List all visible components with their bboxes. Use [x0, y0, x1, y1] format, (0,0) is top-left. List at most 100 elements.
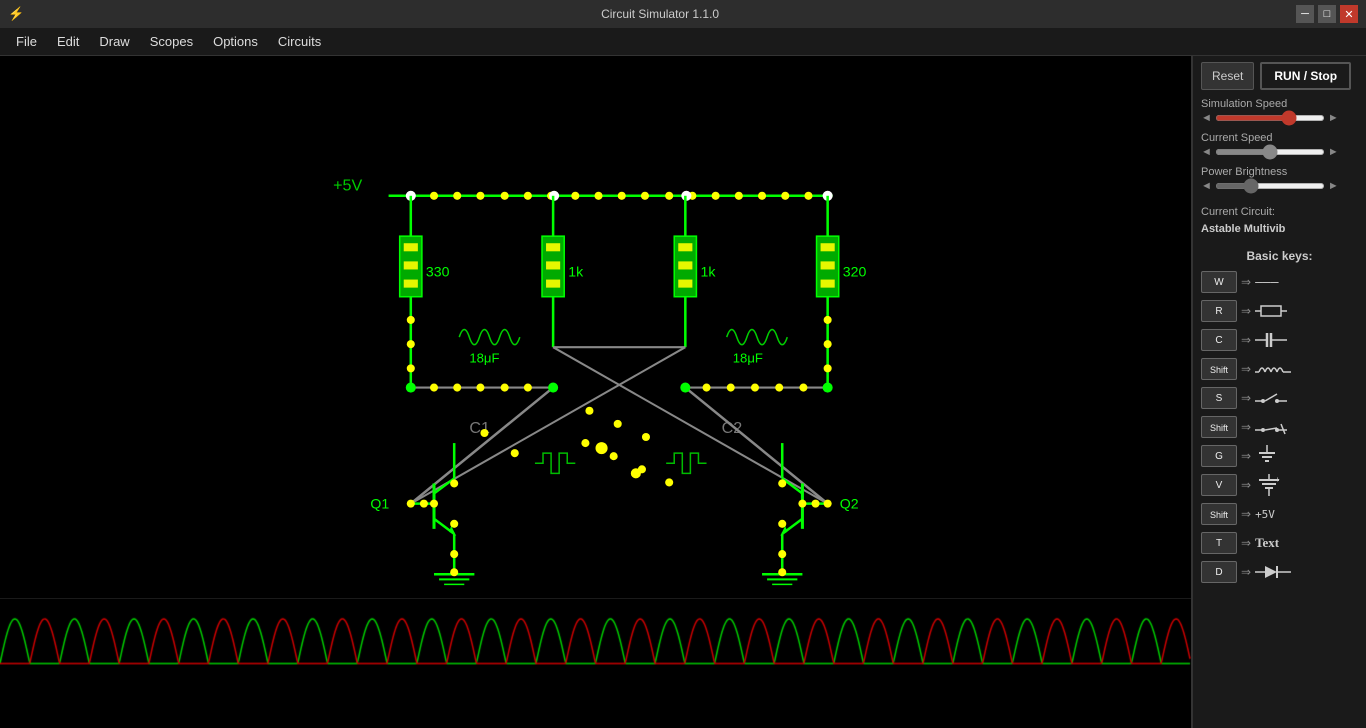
key-row-shift-s: Shift+ S ⇒: [1201, 416, 1358, 438]
key-t[interactable]: T: [1201, 532, 1237, 554]
window-title: Circuit Simulator 1.1.0: [24, 7, 1296, 21]
current-speed-row: ◄ ►: [1201, 146, 1358, 158]
current-speed-slider[interactable]: [1215, 149, 1325, 155]
key-row-g: G ⇒: [1201, 445, 1358, 467]
menu-options[interactable]: Options: [203, 30, 268, 53]
key-g[interactable]: G: [1201, 445, 1237, 467]
menu-scopes[interactable]: Scopes: [140, 30, 203, 53]
title-bar: ⚡ Circuit Simulator 1.1.0 ─ □ ✕: [0, 0, 1366, 28]
key-shift-v[interactable]: Shift+ V: [1201, 503, 1237, 525]
voltage-label-icon: +5V: [1255, 508, 1275, 521]
minimize-button[interactable]: ─: [1296, 5, 1314, 23]
key-row-s: S ⇒: [1201, 387, 1358, 409]
app-icon: ⚡: [8, 6, 24, 22]
svg-text:1k: 1k: [568, 264, 584, 280]
simulation-speed-slider[interactable]: [1215, 115, 1325, 121]
switch-closed-icon: [1255, 418, 1287, 436]
key-g-arrow: ⇒: [1241, 449, 1251, 463]
sim-speed-right-arrow[interactable]: ►: [1328, 112, 1339, 124]
wire-icon: ———: [1255, 275, 1278, 290]
svg-text:C2: C2: [722, 419, 743, 437]
main-area: +5V: [0, 56, 1366, 728]
key-row-v: V ⇒ +: [1201, 474, 1358, 496]
sim-speed-left-arrow[interactable]: ◄: [1201, 112, 1212, 124]
key-row-r: R ⇒: [1201, 300, 1358, 322]
current-speed-right-arrow[interactable]: ►: [1328, 146, 1339, 158]
svg-text:330: 330: [426, 264, 450, 280]
circuit-name: Astable Multivib: [1201, 221, 1358, 238]
svg-text:320: 320: [843, 264, 867, 280]
resistor-icon: [1255, 302, 1287, 320]
key-d[interactable]: D: [1201, 561, 1237, 583]
control-buttons: Reset RUN / Stop: [1201, 62, 1358, 90]
key-row-shift-v: Shift+ V ⇒ +5V: [1201, 503, 1358, 525]
simulation-speed-section: Simulation Speed ◄ ►: [1201, 98, 1358, 124]
current-speed-left-arrow[interactable]: ◄: [1201, 146, 1212, 158]
diode-icon: [1255, 563, 1291, 581]
svg-text:18μF: 18μF: [733, 350, 763, 365]
key-shift-v-arrow: ⇒: [1241, 507, 1251, 521]
capacitor-icon: [1255, 331, 1287, 349]
key-d-arrow: ⇒: [1241, 565, 1251, 579]
current-speed-label: Current Speed: [1201, 132, 1358, 144]
right-panel: Reset RUN / Stop Simulation Speed ◄ ► Cu…: [1191, 56, 1366, 728]
menu-edit[interactable]: Edit: [47, 30, 89, 53]
text-icon: Text: [1255, 535, 1279, 551]
power-brightness-section: Power Brightness ◄ ►: [1201, 166, 1358, 192]
key-s-arrow: ⇒: [1241, 391, 1251, 405]
key-r[interactable]: R: [1201, 300, 1237, 322]
key-r-arrow: ⇒: [1241, 304, 1251, 318]
voltage-source-icon: +: [1255, 474, 1283, 496]
circuit-info: Current Circuit: Astable Multivib: [1201, 204, 1358, 237]
circuit-diagram: +5V: [0, 56, 1191, 598]
key-row-t: T ⇒ Text: [1201, 532, 1358, 554]
power-brightness-label: Power Brightness: [1201, 166, 1358, 178]
key-w[interactable]: W: [1201, 271, 1237, 293]
menu-bar: File Edit Draw Scopes Options Circuits: [0, 28, 1366, 56]
brightness-right-arrow[interactable]: ►: [1328, 180, 1339, 192]
brightness-slider[interactable]: [1215, 183, 1325, 189]
key-shift-l[interactable]: Shift+ L: [1201, 358, 1237, 380]
key-c-arrow: ⇒: [1241, 333, 1251, 347]
current-speed-section: Current Speed ◄ ►: [1201, 132, 1358, 158]
key-row-w: W ⇒ ———: [1201, 271, 1358, 293]
current-circuit-label: Current Circuit:: [1201, 204, 1358, 221]
window-controls: ─ □ ✕: [1296, 5, 1358, 23]
svg-text:Q1: Q1: [370, 496, 389, 512]
circuit-canvas-area[interactable]: +5V: [0, 56, 1191, 728]
brightness-left-arrow[interactable]: ◄: [1201, 180, 1212, 192]
svg-text:1k: 1k: [700, 264, 716, 280]
power-brightness-row: ◄ ►: [1201, 180, 1358, 192]
switch-open-icon: [1255, 389, 1287, 407]
menu-circuits[interactable]: Circuits: [268, 30, 331, 53]
key-v-arrow: ⇒: [1241, 478, 1251, 492]
reset-button[interactable]: Reset: [1201, 62, 1254, 90]
key-s[interactable]: S: [1201, 387, 1237, 409]
run-stop-button[interactable]: RUN / Stop: [1260, 62, 1351, 90]
simulation-speed-row: ◄ ►: [1201, 112, 1358, 124]
key-row-c: C ⇒: [1201, 329, 1358, 351]
key-c[interactable]: C: [1201, 329, 1237, 351]
key-shift-s-arrow: ⇒: [1241, 420, 1251, 434]
scope-display: [0, 598, 1191, 728]
svg-text:+: +: [1275, 475, 1280, 484]
inductor-icon: [1255, 360, 1291, 378]
menu-file[interactable]: File: [6, 30, 47, 53]
svg-text:Q2: Q2: [840, 496, 859, 512]
menu-draw[interactable]: Draw: [89, 30, 139, 53]
svg-text:18μF: 18μF: [469, 350, 499, 365]
key-w-arrow: ⇒: [1241, 275, 1251, 289]
simulation-speed-label: Simulation Speed: [1201, 98, 1358, 110]
key-t-arrow: ⇒: [1241, 536, 1251, 550]
key-v[interactable]: V: [1201, 474, 1237, 496]
key-shift-s[interactable]: Shift+ S: [1201, 416, 1237, 438]
basic-keys-title: Basic keys:: [1201, 249, 1358, 263]
ground-icon: [1255, 445, 1279, 467]
svg-text:+5V: +5V: [333, 177, 362, 195]
key-row-d: D ⇒: [1201, 561, 1358, 583]
scope-canvas: [0, 599, 1191, 728]
key-row-shift-l: Shift+ L ⇒: [1201, 358, 1358, 380]
close-button[interactable]: ✕: [1340, 5, 1358, 23]
maximize-button[interactable]: □: [1318, 5, 1336, 23]
key-shift-l-arrow: ⇒: [1241, 362, 1251, 376]
